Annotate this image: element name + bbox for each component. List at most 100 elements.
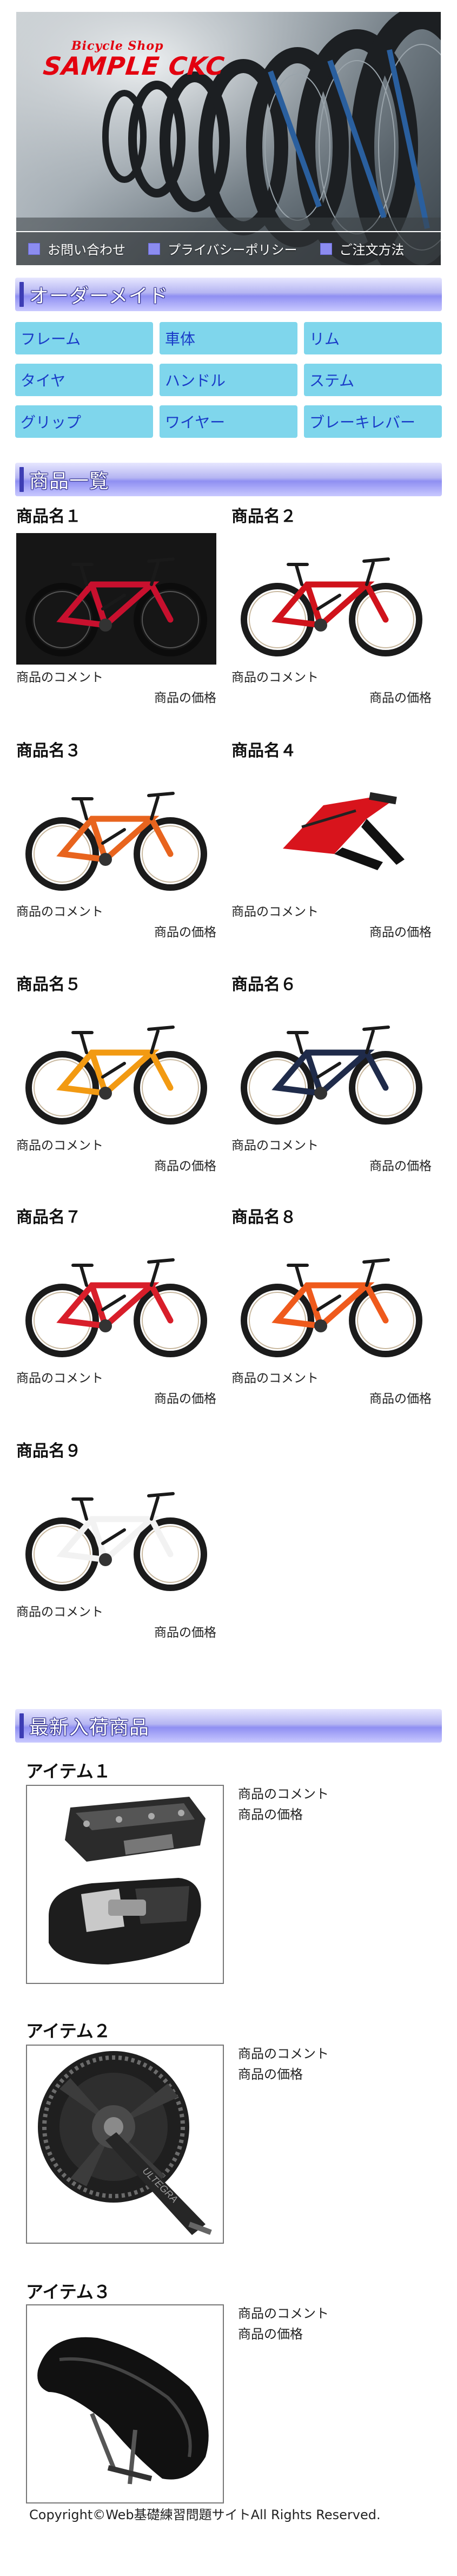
- product-card[interactable]: 商品名４ 商品のコメント 商品の価格: [231, 740, 432, 940]
- header-nav: お問い合わせ プライバシーポリシー ご注文方法: [16, 231, 441, 265]
- nav-label: ご注文方法: [339, 242, 405, 258]
- mountain-bike-icon: [241, 1026, 422, 1125]
- crankset-icon: ULTEGRA: [38, 2051, 212, 2235]
- order-item-handle[interactable]: ハンドル: [160, 364, 297, 396]
- product-price: 商品の価格: [154, 925, 216, 939]
- section-heading-new-arrivals: 最新入荷商品: [15, 1709, 442, 1743]
- product-card[interactable]: 商品名５ 商品のコメント商品の価格: [16, 974, 216, 1174]
- product-image[interactable]: [16, 1468, 216, 1599]
- mountain-bike-icon: [283, 792, 405, 870]
- product-comment: 商品のコメント: [16, 1139, 103, 1153]
- mountain-bike-icon: [241, 1258, 422, 1357]
- product-name[interactable]: 商品名８: [231, 1207, 432, 1228]
- product-image[interactable]: [231, 533, 432, 665]
- logo-title: SAMPLE CKC: [42, 51, 227, 81]
- square-bullet-icon: [148, 242, 160, 255]
- product-name[interactable]: 商品名２: [231, 506, 432, 528]
- product-comment: 商品のコメント: [16, 905, 103, 919]
- nav-order-method-link[interactable]: ご注文方法: [320, 239, 405, 258]
- product-comment: 商品のコメント: [16, 1371, 103, 1385]
- heading-bar: [19, 467, 24, 492]
- order-item-body[interactable]: 車体: [160, 322, 297, 354]
- nav-privacy-link[interactable]: プライバシーポリシー: [148, 239, 297, 258]
- product-image[interactable]: [231, 1234, 432, 1365]
- mountain-bike-icon: [25, 1492, 207, 1591]
- new-item-image[interactable]: [26, 1785, 224, 1984]
- product-price: 商品の価格: [154, 1626, 216, 1640]
- new-item-comment: 商品のコメント: [238, 1786, 329, 1802]
- new-item-comment: 商品のコメント: [238, 2306, 329, 2321]
- nav-contact-link[interactable]: お問い合わせ: [28, 239, 125, 258]
- section-title: オーダーメイド: [29, 285, 169, 307]
- order-item-rim[interactable]: リム: [304, 322, 442, 354]
- product-image[interactable]: [231, 767, 432, 899]
- product-card[interactable]: 商品名８ 商品のコメント 商品の価格: [231, 1207, 432, 1407]
- new-item-info: 商品のコメント 商品の価格: [238, 1784, 329, 1825]
- product-name[interactable]: 商品名６: [231, 974, 432, 996]
- new-item-price: 商品の価格: [238, 1807, 303, 1822]
- product-price: 商品の価格: [369, 925, 432, 939]
- product-name[interactable]: 商品名７: [16, 1207, 216, 1228]
- product-card[interactable]: 商品名３ 商品のコメント商品の価格: [16, 740, 216, 940]
- heading-bar: [19, 282, 24, 307]
- product-comment: 商品のコメント: [231, 1139, 319, 1153]
- shop-logo[interactable]: Bicycle Shop SAMPLE CKC: [42, 39, 227, 81]
- product-name[interactable]: 商品名１: [16, 506, 216, 528]
- square-bullet-icon: [320, 242, 332, 255]
- product-image[interactable]: [16, 533, 216, 665]
- new-item-comment: 商品のコメント: [238, 2046, 329, 2061]
- product-comment: 商品のコメント: [16, 1605, 103, 1619]
- mountain-bike-icon: [25, 1026, 207, 1125]
- new-item-info: 商品のコメント 商品の価格: [238, 2303, 329, 2344]
- product-card[interactable]: 商品名６ 商品のコメント商品の価格: [231, 974, 432, 1174]
- new-item-info: 商品のコメント 商品の価格: [238, 2043, 329, 2085]
- mountain-bike-icon: [25, 1258, 207, 1357]
- new-item-image[interactable]: [26, 2304, 224, 2503]
- product-name[interactable]: 商品名３: [16, 740, 216, 762]
- product-card[interactable]: 商品名７ 商品のコメント商品の価格: [16, 1207, 216, 1407]
- product-image[interactable]: [231, 1001, 432, 1133]
- product-name[interactable]: 商品名５: [16, 974, 216, 996]
- mountain-bike-icon: [25, 557, 207, 656]
- product-image[interactable]: [16, 767, 216, 899]
- nav-label: お問い合わせ: [48, 242, 125, 258]
- product-comment: 商品のコメント: [231, 671, 319, 685]
- order-item-grip[interactable]: グリップ: [15, 405, 153, 438]
- product-price: 商品の価格: [154, 1392, 216, 1406]
- square-bullet-icon: [28, 242, 40, 255]
- pedal-icon: [49, 1797, 206, 1964]
- product-price: 商品の価格: [369, 1159, 432, 1173]
- new-item-name[interactable]: アイテム３: [26, 2278, 111, 2303]
- new-item-image[interactable]: ULTEGRA: [26, 2045, 224, 2244]
- product-name[interactable]: 商品名４: [231, 740, 432, 762]
- product-price: 商品の価格: [154, 691, 216, 705]
- footer-copyright: Copyright©Web基礎練習問題サイトAll Rights Reserve…: [29, 2507, 381, 2522]
- product-comment: 商品のコメント: [16, 671, 103, 685]
- order-menu-grid: フレーム 車体 リム タイヤ ハンドル ステム グリップ ワイヤー ブレーキレバ…: [15, 322, 442, 438]
- order-item-tire[interactable]: タイヤ: [15, 364, 153, 396]
- order-item-stem[interactable]: ステム: [304, 364, 442, 396]
- product-price: 商品の価格: [369, 691, 432, 705]
- product-price: 商品の価格: [154, 1159, 216, 1173]
- heading-bar: [19, 1713, 24, 1738]
- new-item-price: 商品の価格: [238, 2067, 303, 2082]
- saddle-icon: [37, 2337, 209, 2485]
- section-heading-products: 商品一覧: [15, 463, 442, 496]
- order-item-frame[interactable]: フレーム: [15, 322, 153, 354]
- order-item-wire[interactable]: ワイヤー: [160, 405, 297, 438]
- new-item-price: 商品の価格: [238, 2327, 303, 2342]
- section-heading-order: オーダーメイド: [15, 278, 442, 311]
- product-name[interactable]: 商品名９: [16, 1441, 216, 1462]
- product-card[interactable]: 商品名２ 商品のコメント商品の価格: [231, 506, 432, 706]
- product-image[interactable]: [16, 1234, 216, 1365]
- new-item-name[interactable]: アイテム２: [26, 2018, 111, 2042]
- product-card[interactable]: 商品名９ 商品のコメント商品の価格: [16, 1441, 216, 1640]
- order-item-brake-lever[interactable]: ブレーキレバー: [304, 405, 442, 438]
- product-price: 商品の価格: [369, 1392, 432, 1406]
- section-title: 最新入荷商品: [29, 1717, 150, 1739]
- new-item-name[interactable]: アイテム１: [26, 1758, 111, 1783]
- product-card[interactable]: 商品名１ 商品のコメント商品の価格: [16, 506, 216, 706]
- product-image[interactable]: [16, 1001, 216, 1133]
- nav-label: プライバシーポリシー: [168, 242, 297, 258]
- mountain-bike-icon: [25, 792, 207, 891]
